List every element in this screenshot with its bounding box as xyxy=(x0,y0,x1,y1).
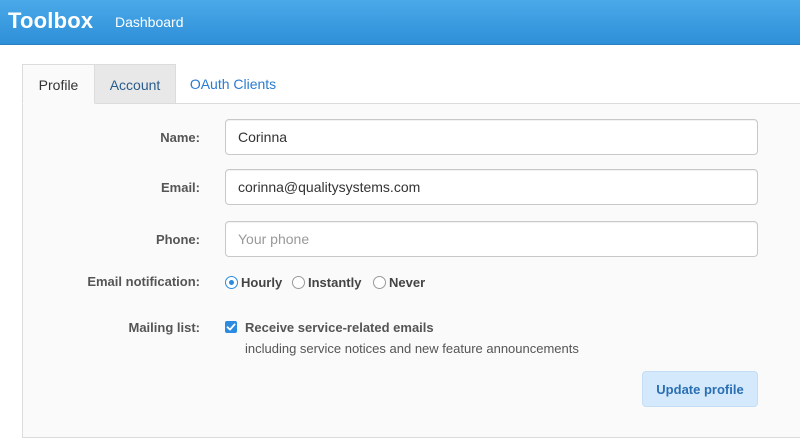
mailing-list-help-text: including service notices and new featur… xyxy=(245,341,579,356)
radio-never[interactable]: Never xyxy=(373,273,425,291)
name-label: Name: xyxy=(160,130,200,145)
tab-oauth-clients[interactable]: OAuth Clients xyxy=(176,64,290,104)
mailing-list-checkbox[interactable] xyxy=(225,321,237,333)
radio-checked-icon xyxy=(225,275,238,289)
update-profile-button[interactable]: Update profile xyxy=(642,371,758,407)
radio-instantly-label: Instantly xyxy=(308,274,362,290)
nav-link-dashboard[interactable]: Dashboard xyxy=(115,14,184,30)
mailing-list-option-label: Receive service-related emails xyxy=(245,320,434,335)
tab-account[interactable]: Account xyxy=(95,64,176,104)
radio-unchecked-icon xyxy=(373,275,386,289)
mailing-list-label: Mailing list: xyxy=(128,320,201,335)
radio-hourly[interactable]: Hourly xyxy=(225,273,282,291)
email-label: Email: xyxy=(160,180,200,195)
name-input[interactable] xyxy=(225,119,758,155)
brand-logo[interactable]: Toolbox xyxy=(8,8,93,34)
radio-unchecked-icon xyxy=(292,275,305,289)
phone-label: Phone: xyxy=(155,232,200,247)
phone-input[interactable] xyxy=(225,221,758,257)
email-input[interactable] xyxy=(225,169,758,205)
navbar: Toolbox Dashboard xyxy=(0,0,800,45)
radio-hourly-label: Hourly xyxy=(241,274,283,290)
tab-profile[interactable]: Profile xyxy=(22,64,95,104)
notification-label: Email notification: xyxy=(87,274,200,289)
radio-never-label: Never xyxy=(389,274,426,290)
radio-instantly[interactable]: Instantly xyxy=(292,273,361,291)
checkbox-checked-icon xyxy=(226,323,236,331)
